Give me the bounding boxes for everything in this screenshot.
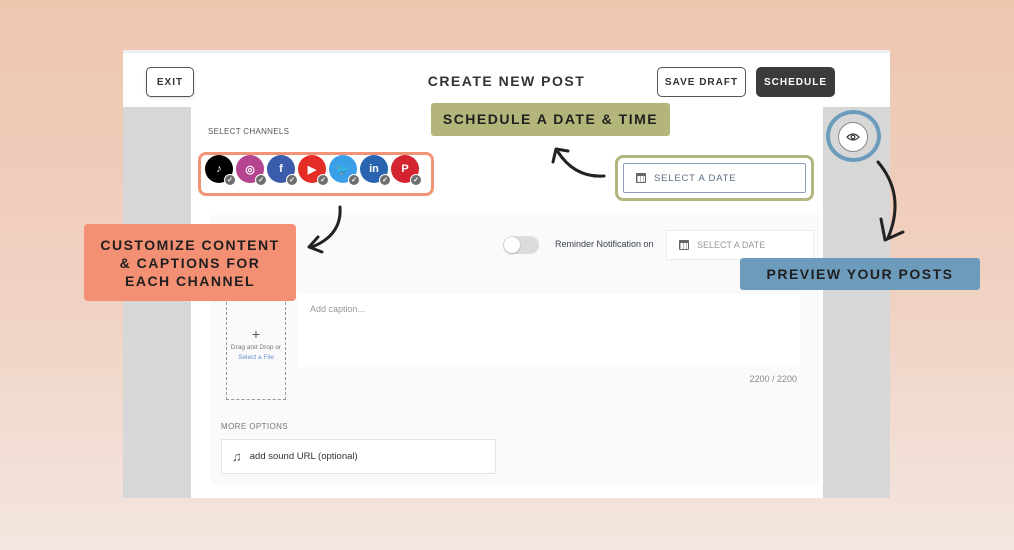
arrow-to-schedule-label bbox=[556, 150, 606, 178]
annotation-arrows bbox=[307, 147, 905, 254]
arrow-to-preview-label bbox=[876, 160, 897, 240]
